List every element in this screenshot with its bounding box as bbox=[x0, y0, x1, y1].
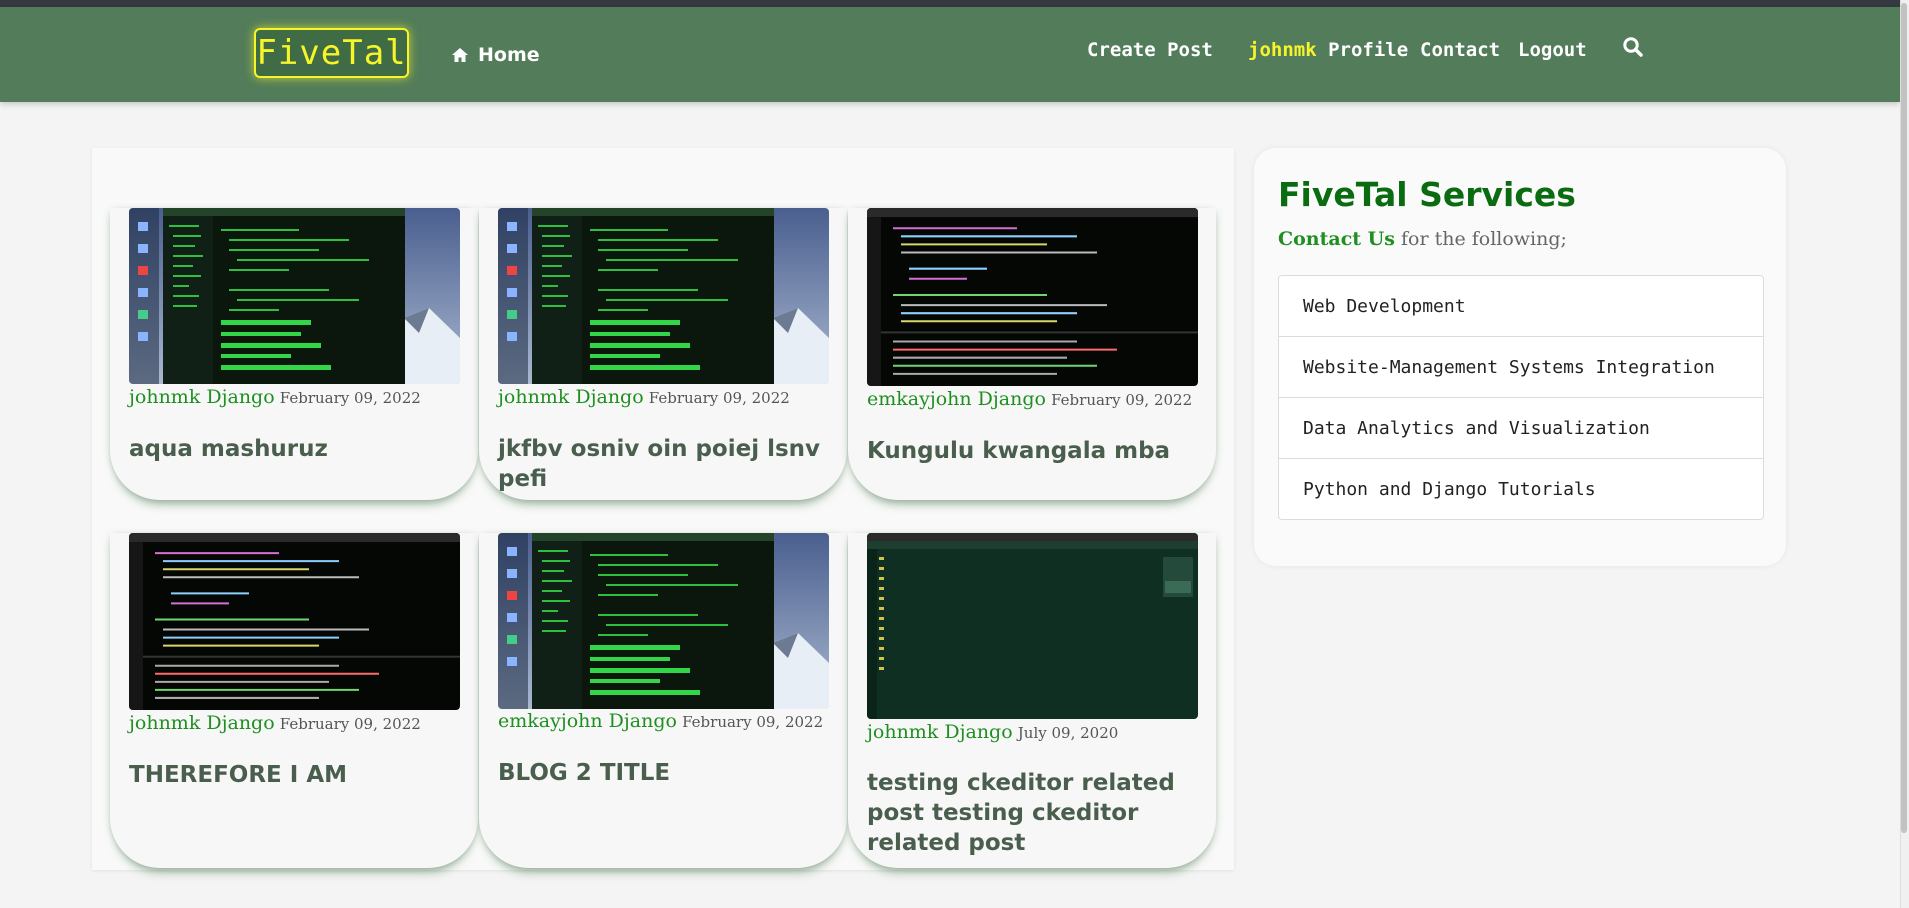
post-thumbnail[interactable] bbox=[867, 208, 1198, 386]
service-item-python-django[interactable]: Python and Django Tutorials bbox=[1279, 459, 1763, 519]
nav-contact[interactable]: Contact bbox=[1420, 39, 1500, 61]
service-item-web-development[interactable]: Web Development bbox=[1279, 276, 1763, 337]
post-card[interactable]: johnmk Django February 09, 2022 jkfbv os… bbox=[479, 208, 847, 500]
services-subtitle: Contact Us for the following; bbox=[1278, 228, 1567, 250]
services-panel: FiveTal Services Contact Us for the foll… bbox=[1254, 148, 1786, 566]
site-logo[interactable]: FiveTal bbox=[254, 28, 409, 78]
post-date: February 09, 2022 bbox=[279, 715, 421, 733]
post-author[interactable]: johnmk Django bbox=[129, 386, 275, 408]
post-date: February 09, 2022 bbox=[279, 389, 421, 407]
post-thumbnail[interactable] bbox=[129, 533, 460, 710]
nav-logout[interactable]: Logout bbox=[1518, 39, 1587, 61]
post-thumbnail[interactable] bbox=[867, 533, 1198, 719]
nav-username: johnmk bbox=[1248, 39, 1317, 61]
post-meta: emkayjohn Django February 09, 2022 bbox=[498, 710, 843, 732]
post-date: February 09, 2022 bbox=[648, 389, 790, 407]
nav-create-post[interactable]: Create Post bbox=[1087, 39, 1213, 61]
post-thumbnail[interactable] bbox=[129, 208, 460, 384]
home-icon bbox=[452, 48, 468, 62]
post-date: July 09, 2020 bbox=[1017, 724, 1119, 742]
post-card[interactable]: johnmk Django February 09, 2022 THEREFOR… bbox=[110, 533, 478, 868]
services-subtitle-text: for the following; bbox=[1400, 228, 1567, 250]
post-title[interactable]: THEREFORE I AM bbox=[129, 760, 459, 790]
post-card[interactable]: johnmk Django February 09, 2022 aqua mas… bbox=[110, 208, 478, 500]
nav-profile-label: Profile bbox=[1328, 39, 1409, 61]
post-author[interactable]: emkayjohn Django bbox=[867, 388, 1046, 410]
services-list: Web Development Website-Management Syste… bbox=[1278, 275, 1764, 520]
post-meta: johnmk Django February 09, 2022 bbox=[129, 712, 474, 734]
post-author[interactable]: johnmk Django bbox=[498, 386, 644, 408]
scrollbar-thumb[interactable] bbox=[1901, 3, 1907, 833]
post-card[interactable]: johnmk Django July 09, 2020 testing cked… bbox=[848, 533, 1216, 868]
post-author[interactable]: johnmk Django bbox=[129, 712, 275, 734]
post-author[interactable]: johnmk Django bbox=[867, 721, 1013, 743]
post-date: February 09, 2022 bbox=[682, 713, 824, 731]
post-title[interactable]: BLOG 2 TITLE bbox=[498, 758, 828, 788]
post-card[interactable]: emkayjohn Django February 09, 2022 Kungu… bbox=[848, 208, 1216, 500]
service-item-cms-integration[interactable]: Website-Management Systems Integration bbox=[1279, 337, 1763, 398]
nav-home-link[interactable]: Home bbox=[451, 44, 540, 66]
post-meta: johnmk Django February 09, 2022 bbox=[498, 386, 843, 408]
post-title[interactable]: jkfbv osniv oin poiej lsnv pefi bbox=[498, 434, 828, 494]
contact-us-link[interactable]: Contact Us bbox=[1278, 228, 1395, 250]
browser-top-strip bbox=[0, 0, 1900, 7]
post-thumbnail[interactable] bbox=[498, 533, 829, 709]
search-icon[interactable] bbox=[1622, 36, 1644, 58]
post-meta: johnmk Django July 09, 2020 bbox=[867, 721, 1212, 743]
post-meta: emkayjohn Django February 09, 2022 bbox=[867, 388, 1212, 410]
navbar: FiveTal Home Create Post johnmk Profile … bbox=[0, 7, 1900, 102]
post-meta: johnmk Django February 09, 2022 bbox=[129, 386, 474, 408]
post-author[interactable]: emkayjohn Django bbox=[498, 710, 677, 732]
nav-home-label: Home bbox=[478, 44, 540, 66]
post-title[interactable]: Kungulu kwangala mba bbox=[867, 436, 1197, 466]
service-item-data-analytics[interactable]: Data Analytics and Visualization bbox=[1279, 398, 1763, 459]
post-date: February 09, 2022 bbox=[1051, 391, 1193, 409]
post-title[interactable]: testing ckeditor related post testing ck… bbox=[867, 768, 1197, 858]
post-thumbnail[interactable] bbox=[498, 208, 829, 384]
post-card[interactable]: emkayjohn Django February 09, 2022 BLOG … bbox=[479, 533, 847, 868]
post-title[interactable]: aqua mashuruz bbox=[129, 434, 459, 464]
services-title: FiveTal Services bbox=[1278, 175, 1576, 214]
nav-profile-link[interactable]: johnmk Profile bbox=[1248, 39, 1408, 61]
